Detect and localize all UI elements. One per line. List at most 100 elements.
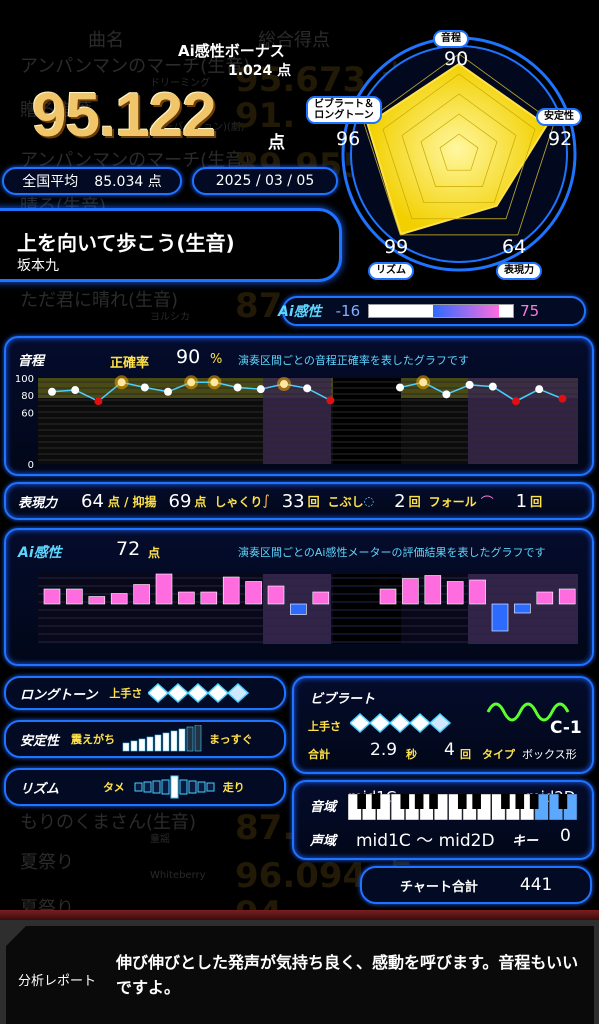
rhythm-meter <box>134 775 215 799</box>
piano-black-key <box>558 794 568 809</box>
bg-row-artist: Whiteberry <box>150 870 206 881</box>
stability-panel: 安定性 震えがち まっすぐ <box>4 720 286 758</box>
fall-icon: ⌒ <box>480 495 494 511</box>
ai-meter-min: -16 <box>335 302 361 320</box>
skill-diamond <box>227 682 250 704</box>
ai-meter-max: 75 <box>520 302 540 320</box>
ai-bar-positive <box>88 596 106 605</box>
ai-sense-graph <box>38 573 578 644</box>
bg-header-song: 曲名 <box>88 30 124 51</box>
stability-title: 安定性 <box>20 733 60 749</box>
ai-bar-positive <box>133 584 150 605</box>
ai-bar-positive <box>222 576 240 605</box>
bg-row-artist: ヨルシカ <box>150 312 190 323</box>
analysis-report: 分析レポート 伸び伸びとした発声が気持ち良く、感動を呼びます。音程もいいですよ。 <box>0 910 599 1024</box>
key-value: 0 <box>560 826 571 846</box>
piano-black-key <box>457 794 467 809</box>
skill-diamond <box>388 712 412 734</box>
expression-title: 表現力 <box>18 495 58 511</box>
stability-bar <box>178 728 186 752</box>
pitch-graph: 100 80 60 0 <box>15 374 578 471</box>
radar-value-rhythm: 99 <box>384 236 409 258</box>
pitch-title: 音程 <box>18 354 45 369</box>
yokuyo-value: 69 <box>168 490 192 512</box>
pitch-y-tick: 60 <box>21 408 34 419</box>
pitch-point <box>256 385 265 394</box>
expression-score-unit: 点 / <box>107 494 129 509</box>
rhythm-bar <box>179 779 188 795</box>
ai-bar-positive <box>43 588 61 605</box>
total-score: 95.122 <box>32 81 217 150</box>
vibrato-skill-label: 上手さ <box>308 720 341 733</box>
ai-meter-fill <box>433 305 500 317</box>
pitch-point-miss <box>326 396 335 405</box>
stability-bar <box>122 742 130 752</box>
ai-bar-negative <box>290 603 307 615</box>
bg-row-score: 87. <box>235 808 296 848</box>
vibrato-total-label: 合計 <box>308 748 330 761</box>
stability-bar <box>170 730 178 752</box>
ai-bar-positive <box>245 581 262 605</box>
skill-diamond <box>408 712 432 734</box>
ai-bonus-value: 1.024 点 <box>228 63 292 79</box>
bg-row-score: 87 <box>235 286 283 326</box>
ai-meter-bar <box>368 304 515 318</box>
play-date: 2025 / 03 / 05 <box>215 173 315 189</box>
national-average-badge: 全国平均 85.034 点 <box>2 167 182 195</box>
ai-bar-positive <box>379 588 397 605</box>
pitch-point <box>117 378 126 387</box>
ai-bar-positive <box>155 573 173 605</box>
ai-bar-positive <box>312 591 330 605</box>
rhythm-bar <box>152 780 161 794</box>
radar-value-pitch: 90 <box>444 48 469 70</box>
pitch-point <box>465 380 474 389</box>
long-tone-diamonds <box>148 682 250 704</box>
pitch-point <box>140 383 149 392</box>
vibrato-count: 4 <box>444 740 455 760</box>
rhythm-bar <box>206 782 215 792</box>
skill-diamond <box>187 682 210 704</box>
radar-label-rhythm: リズム <box>368 262 414 280</box>
pitch-point <box>71 386 80 395</box>
voice-range-label: 声域 <box>310 834 337 849</box>
pitch-y-tick: 0 <box>28 460 34 471</box>
pitch-accuracy-value: 90 <box>176 346 201 368</box>
ai-bar-positive <box>558 588 576 605</box>
song-artist: 坂本九 <box>17 258 59 274</box>
vibrato-type-value: ボックス形 <box>522 748 577 761</box>
vibrato-panel: ビブラート 上手さ C-1 合計 2.9 秒 4 回 タイプ ボックス形 <box>292 676 594 774</box>
fall-unit: 回 <box>530 494 543 509</box>
ai-bar-negative <box>491 603 509 632</box>
skill-diamond <box>368 712 392 734</box>
report-label: 分析レポート <box>18 974 97 989</box>
piano-black-key <box>529 794 539 809</box>
kobushi-value: 2 <box>394 490 406 512</box>
radar-value-stability: 92 <box>548 128 573 150</box>
pitch-accuracy-label: 正確率 <box>110 356 150 371</box>
stability-right-label: まっすぐ <box>209 733 253 746</box>
expression-panel: 表現力 64 点 / 抑揚 69 点 しゃくり ∫ 33 回 こぶし ◌ 2 回… <box>4 482 594 520</box>
pitch-point <box>396 383 404 392</box>
shakuri-value: 33 <box>281 490 305 512</box>
ai-bar-positive <box>66 588 83 605</box>
ai-sense-title: Ai感性 <box>18 545 62 561</box>
vibrato-seconds: 2.9 <box>370 740 398 760</box>
pitch-point <box>535 385 544 394</box>
total-score-unit: 点 <box>268 133 285 153</box>
pitch-point <box>303 384 312 393</box>
key-label: キー <box>512 834 539 849</box>
report-top-bar <box>0 910 599 920</box>
national-average-label: 全国平均 <box>22 174 79 190</box>
bg-row-title: 夏祭り <box>20 852 74 873</box>
rhythm-bar <box>188 780 197 794</box>
pitch-point <box>419 378 428 387</box>
pitch-y-tick: 100 <box>15 374 34 385</box>
rhythm-bar <box>170 775 179 799</box>
ai-sense-score: 72 <box>116 538 141 560</box>
national-average-value: 85.034 点 <box>94 174 162 190</box>
shakuri-icon: ∫ <box>262 493 270 509</box>
kobushi-label: こぶし <box>327 494 364 509</box>
fall-label: フォール <box>428 494 477 509</box>
ai-bar-negative <box>514 603 531 614</box>
range-panel: 音域 mid1C mid2D 声域 mid1C 〜 mid2D キー 0 <box>292 780 594 860</box>
